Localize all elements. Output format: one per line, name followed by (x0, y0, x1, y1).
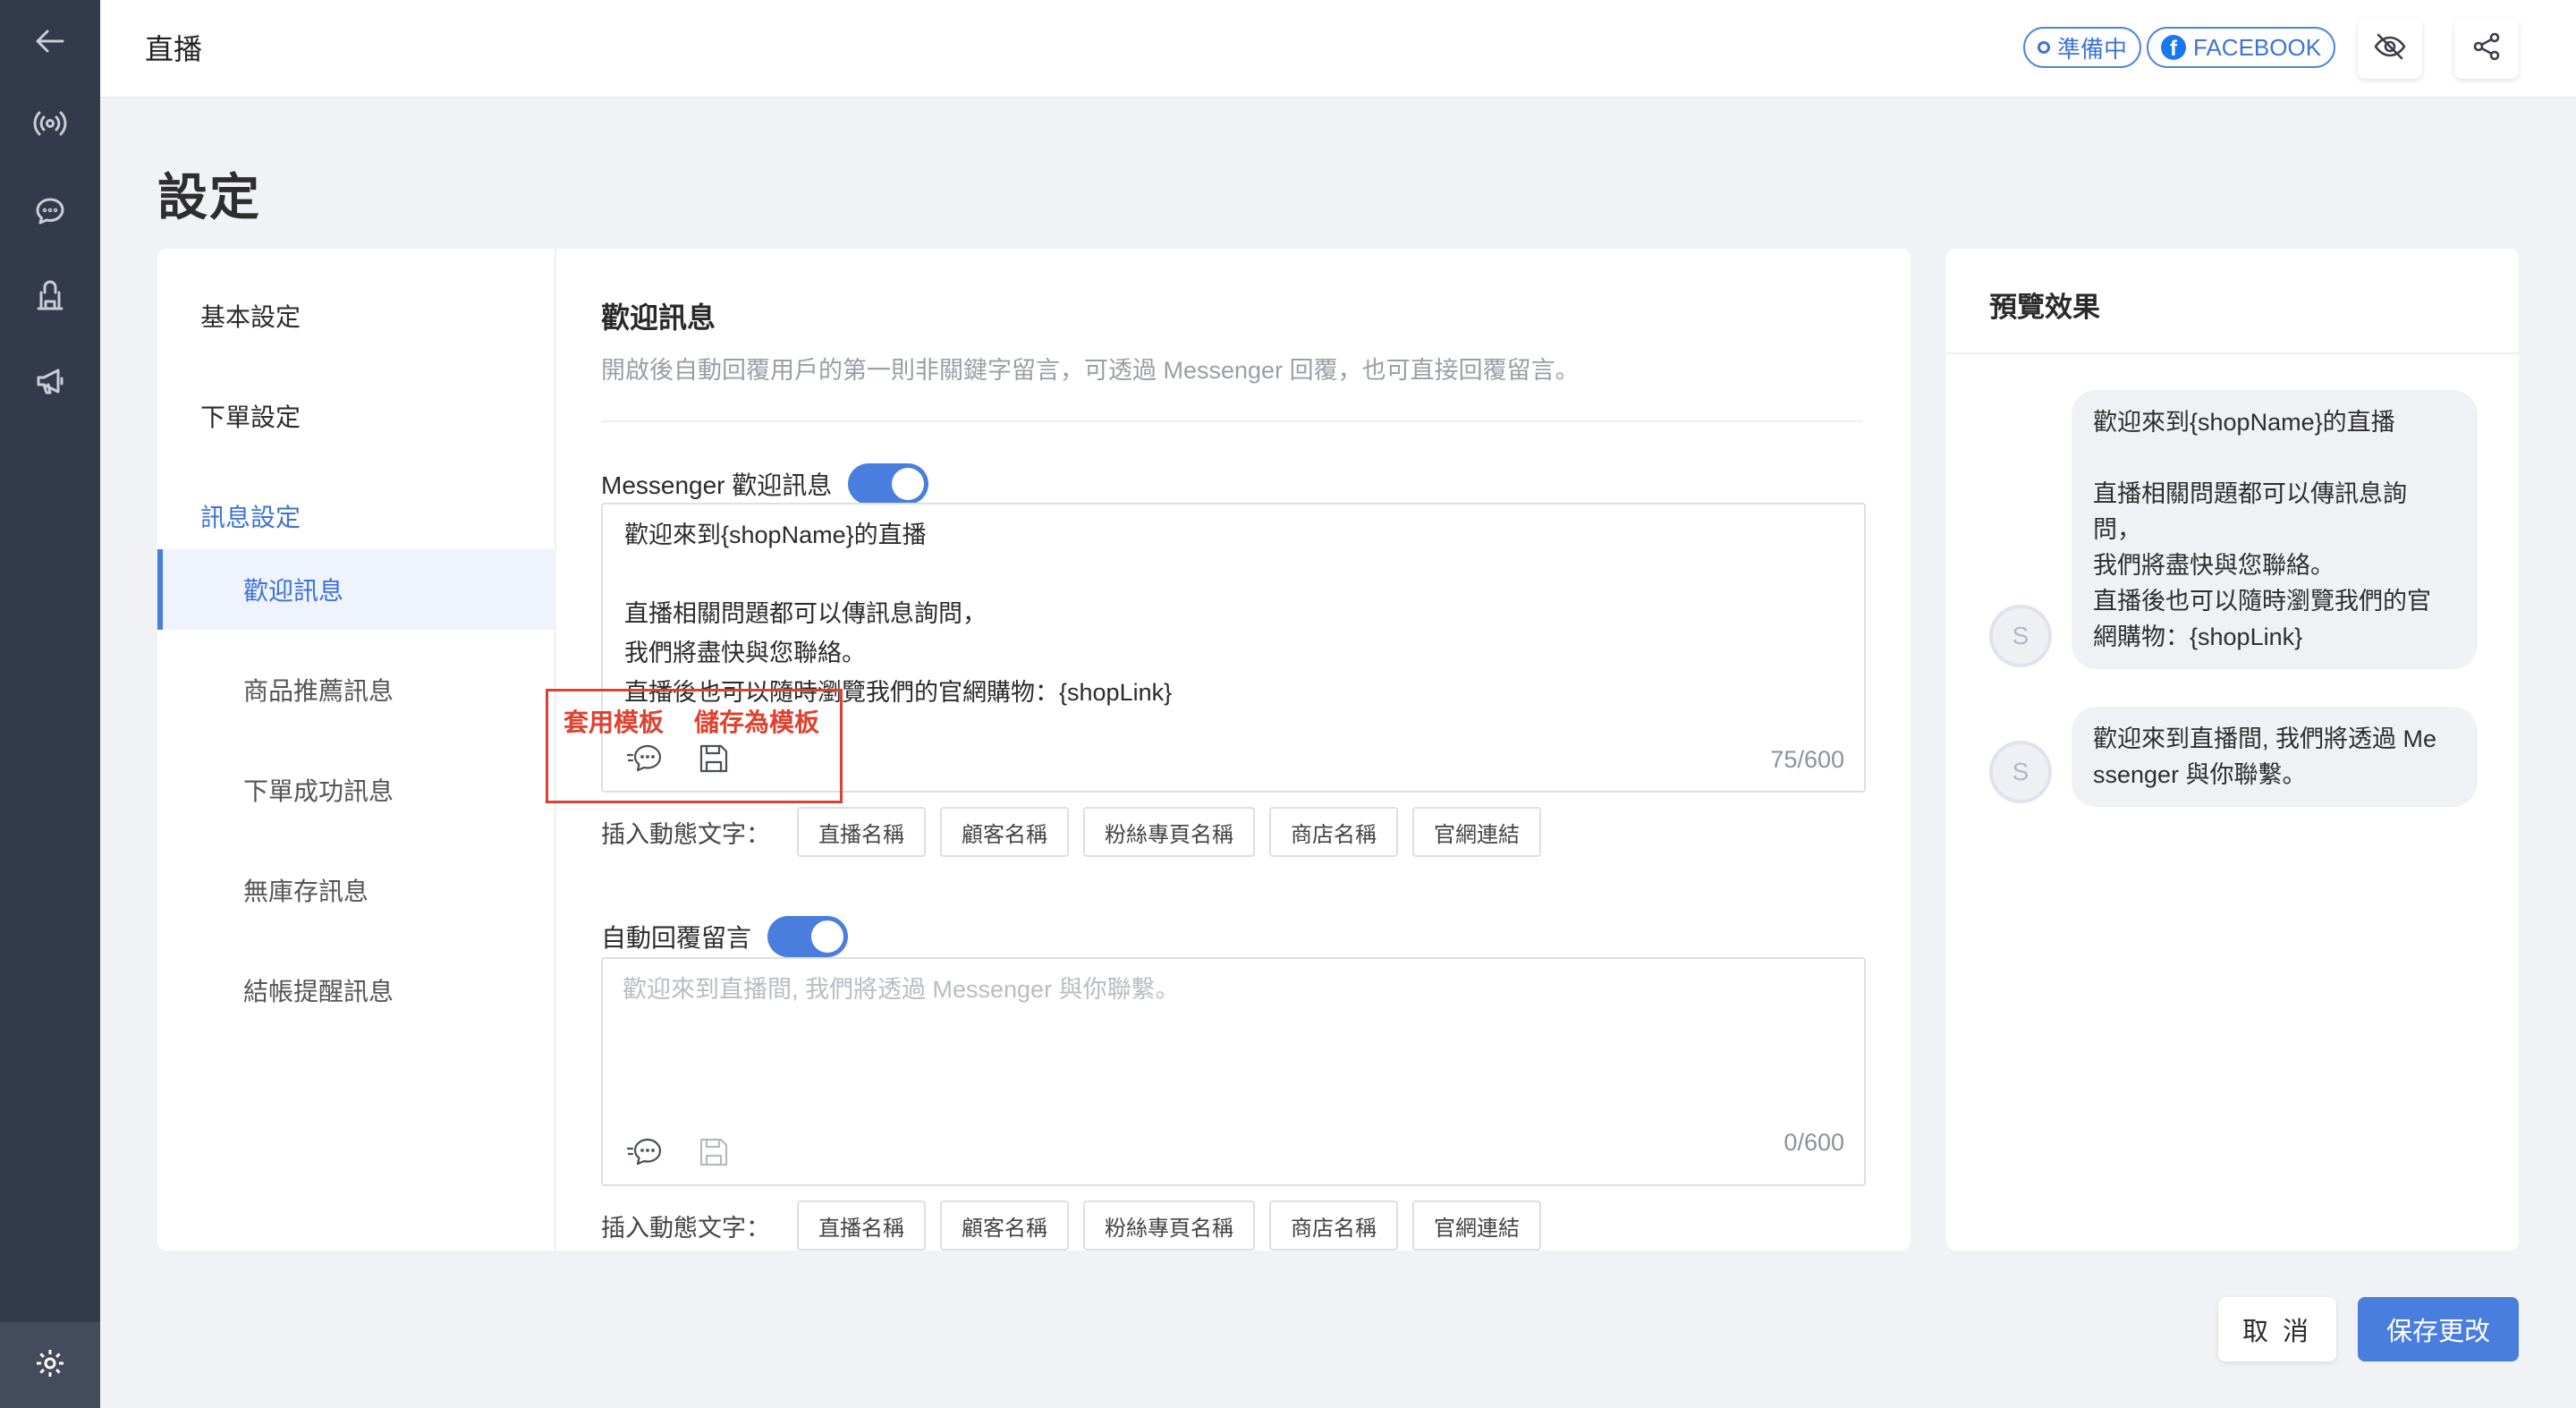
chip-fanpage-name[interactable]: 粉絲專頁名稱 (1083, 807, 1255, 857)
platform-label: FACEBOOK (2193, 33, 2322, 61)
facebook-icon: f (2161, 35, 2186, 60)
chip-shop-name[interactable]: 商店名稱 (1269, 1200, 1398, 1251)
save-changes-button[interactable]: 保存更改 (2358, 1297, 2519, 1361)
status-dot-icon (2038, 41, 2050, 54)
bubble-line: 歡迎來到{shopName}的直播 (2093, 409, 2395, 436)
bubble-line: 歡迎來到直播間, 我們將透過 Me (2093, 725, 2437, 752)
message-line: 我們將盡快與您聯絡。 (624, 640, 866, 666)
chip-customer-name[interactable]: 顧客名稱 (940, 807, 1069, 857)
settings-subnav: 基本設定 下單設定 訊息設定 歡迎訊息 商品推薦訊息 下單成功訊息 無庫存訊息 … (157, 249, 556, 1251)
insert-label: 插入動態文字： (601, 820, 770, 848)
visibility-button[interactable] (2358, 18, 2422, 79)
auto-reply-insert-row: 插入動態文字： 直播名稱 顧客名稱 粉絲專頁名稱 商店名稱 官網連結 (601, 1200, 1541, 1251)
bubble-line: 我們將盡快與您聯絡。 (2093, 552, 2334, 579)
subnav-basic[interactable]: 基本設定 (157, 276, 556, 356)
share-button[interactable] (2454, 18, 2519, 79)
chip-website-link[interactable]: 官網連結 (1412, 1200, 1541, 1251)
left-rail (0, 0, 100, 1408)
auto-reply-placeholder: 歡迎來到直播間, 我們將透過 Messenger 與你聯繫。 (623, 976, 1180, 1003)
annotation-apply-template: 套用模板 (564, 708, 665, 736)
subnav-item-out-of-stock[interactable]: 無庫存訊息 (157, 850, 556, 930)
nav-chat[interactable] (0, 170, 100, 256)
section-divider (601, 420, 1862, 422)
subnav-item-checkout-reminder[interactable]: 結帳提醒訊息 (157, 950, 556, 1031)
chip-live-name[interactable]: 直播名稱 (797, 807, 926, 857)
save-template-button[interactable] (696, 1134, 732, 1175)
subnav-item-welcome[interactable]: 歡迎訊息 (157, 549, 556, 630)
store-icon (32, 279, 68, 319)
subnav-message[interactable]: 訊息設定 (157, 476, 556, 556)
bubble-line: 直播相關問題都可以傳訊息詢 (2093, 480, 2407, 507)
avatar: S (1989, 605, 2052, 667)
bubble-line: ssenger 與你聯繫。 (2093, 761, 2307, 788)
eye-off-icon (2372, 29, 2408, 69)
preview-bubble-messenger: 歡迎來到{shopName}的直播 直播相關問題都可以傳訊息詢 問， 我們將盡快… (2072, 390, 2478, 669)
chip-website-link[interactable]: 官網連結 (1412, 807, 1541, 857)
subnav-item-product-recommend[interactable]: 商品推薦訊息 (157, 649, 556, 730)
settings-card: 基本設定 下單設定 訊息設定 歡迎訊息 商品推薦訊息 下單成功訊息 無庫存訊息 … (157, 249, 1911, 1251)
chip-fanpage-name[interactable]: 粉絲專頁名稱 (1083, 1200, 1255, 1251)
apply-template-button[interactable] (626, 1134, 665, 1175)
megaphone-icon (32, 363, 68, 403)
back-button[interactable] (0, 0, 100, 86)
auto-reply-editor-tools (626, 1134, 732, 1175)
nav-promotion[interactable] (0, 340, 100, 426)
messenger-toggle-label: Messenger 歡迎訊息 (601, 471, 833, 499)
preview-panel: 預覽效果 歡迎來到{shopName}的直播 直播相關問題都可以傳訊息詢 問， … (1946, 249, 2519, 1251)
page-title: 設定 (157, 169, 261, 225)
subnav-item-order-success[interactable]: 下單成功訊息 (157, 750, 556, 830)
messenger-toggle[interactable] (848, 463, 929, 505)
share-icon (2470, 30, 2503, 67)
nav-settings[interactable] (0, 1322, 100, 1408)
section-title: 歡迎訊息 (601, 301, 716, 334)
header-title: 直播 (145, 33, 203, 65)
platform-badge: f FACEBOOK (2147, 27, 2336, 68)
broadcast-icon (32, 106, 68, 146)
message-line: 歡迎來到{shopName}的直播 (624, 522, 927, 548)
chip-live-name[interactable]: 直播名稱 (797, 1200, 926, 1251)
auto-reply-toggle-row: 自動回覆留言 (601, 916, 849, 957)
message-line (624, 555, 1172, 594)
bubble-line (2093, 440, 2456, 476)
nav-live[interactable] (0, 82, 100, 168)
cancel-button[interactable]: 取 消 (2218, 1297, 2336, 1361)
nav-store[interactable] (0, 256, 100, 342)
subnav-order[interactable]: 下單設定 (157, 376, 556, 456)
messenger-message-text: 歡迎來到{shopName}的直播 直播相關問題都可以傳訊息詢問， 我們將盡快與… (624, 515, 1172, 712)
chat-icon (32, 193, 68, 233)
insert-label: 插入動態文字： (601, 1214, 770, 1242)
bubble-line: 問， (2093, 516, 2141, 543)
status-badge: 準備中 (2023, 27, 2142, 68)
messenger-char-counter: 75/600 (1770, 746, 1844, 773)
annotation-save-template: 儲存為模板 (694, 708, 820, 736)
auto-reply-toggle[interactable] (767, 916, 849, 957)
auto-reply-char-counter: 0/600 (1784, 1129, 1844, 1156)
gear-icon (32, 1345, 68, 1386)
bubble-line: 直播後也可以隨時瀏覽我們的官 (2093, 588, 2431, 615)
message-line: 直播相關問題都可以傳訊息詢問， (624, 600, 987, 627)
status-label: 準備中 (2057, 35, 2128, 63)
preview-bubble-auto-reply: 歡迎來到直播間, 我們將透過 Me ssenger 與你聯繫。 (2072, 707, 2478, 807)
messenger-insert-row: 插入動態文字： 直播名稱 顧客名稱 粉絲專頁名稱 商店名稱 官網連結 (601, 807, 1541, 857)
chip-customer-name[interactable]: 顧客名稱 (940, 1200, 1069, 1251)
chat-template-icon (626, 1138, 665, 1174)
floppy-disk-icon (696, 1138, 732, 1174)
section-description: 開啟後自動回覆用戶的第一則非關鍵字留言，可透過 Messenger 回覆，也可直… (601, 357, 1580, 384)
top-bar: 直播 準備中 f FACEBOOK (100, 0, 2576, 98)
arrow-left-icon (32, 23, 68, 64)
preview-divider (1946, 352, 2519, 354)
auto-reply-toggle-label: 自動回覆留言 (601, 924, 752, 952)
messenger-toggle-row: Messenger 歡迎訊息 (601, 463, 929, 505)
auto-reply-editor[interactable]: 歡迎來到直播間, 我們將透過 Messenger 與你聯繫。 0/600 (601, 957, 1866, 1186)
avatar: S (1989, 741, 2052, 803)
preview-title: 預覽效果 (1989, 292, 2100, 323)
bubble-line: 網購物：{shopLink} (2093, 623, 2303, 650)
chip-shop-name[interactable]: 商店名稱 (1269, 807, 1398, 857)
